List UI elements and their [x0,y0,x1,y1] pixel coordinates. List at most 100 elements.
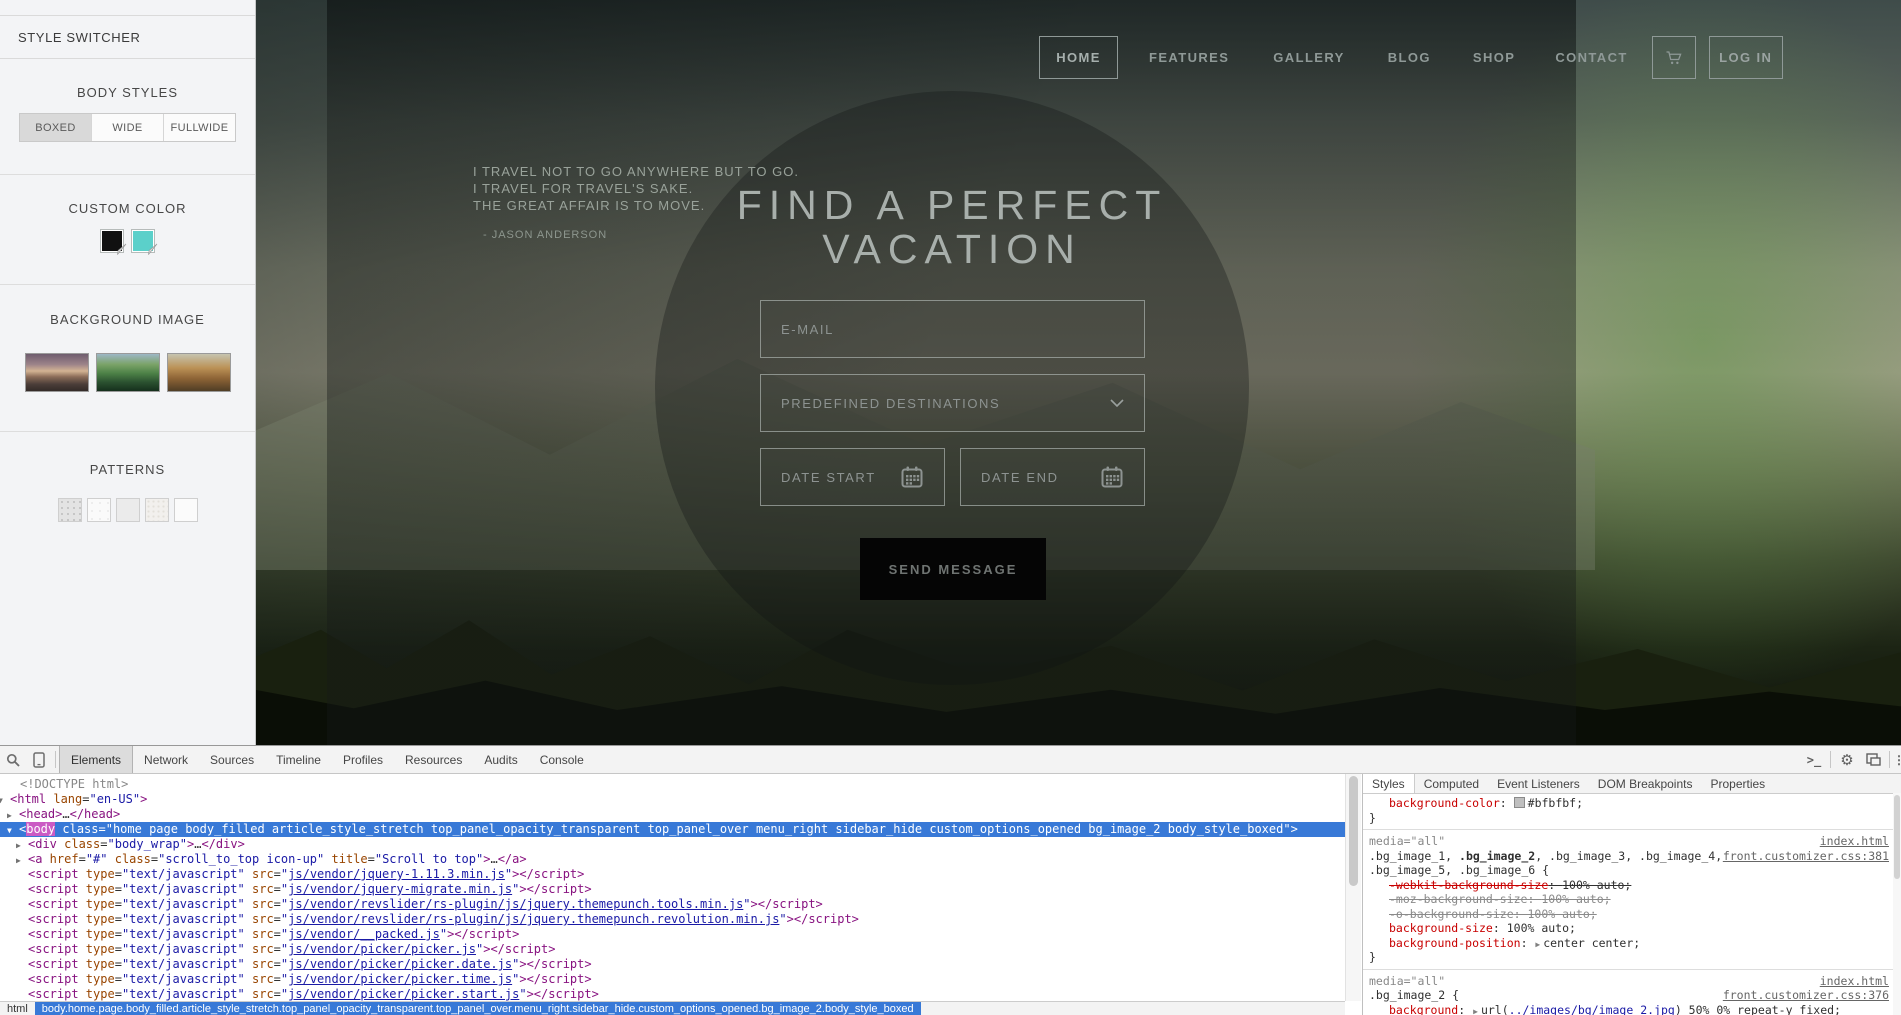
nav-item-gallery[interactable]: GALLERY [1273,50,1344,65]
tab-properties[interactable]: Properties [1701,774,1774,793]
scrollbar-thumb[interactable] [1894,795,1900,879]
search-icon [6,753,20,767]
stylesheet-link[interactable]: index.html [1820,974,1889,989]
date-start-placeholder: DATE START [781,469,876,485]
dom-row[interactable]: <script type="text/javascript" src="js/v… [0,942,1345,957]
dom-row[interactable]: <script type="text/javascript" src="js/v… [0,987,1345,1001]
expand-arrow-icon[interactable]: ▶ [16,853,21,868]
nav-item-blog[interactable]: BLOG [1388,50,1431,65]
body-style-boxed[interactable]: BOXED [20,114,92,141]
collapse-arrow-icon[interactable]: ▼ [0,793,3,808]
stylesheet-link[interactable]: index.html [1820,834,1889,849]
expand-arrow-icon[interactable]: ▶ [7,808,12,823]
tab-elements[interactable]: Elements [59,746,134,773]
dom-row[interactable]: ▶ <a href="#" class="scroll_to_top icon-u… [0,852,1345,867]
color-swatch [1513,797,1525,808]
send-message-button[interactable]: SEND MESSAGE [860,538,1046,600]
dom-row[interactable]: <script type="text/javascript" src="js/v… [0,957,1345,972]
breadcrumb-selected-body[interactable]: body.home.page.body_filled.article_style… [34,1002,921,1015]
dom-row[interactable]: <script type="text/javascript" src="js/v… [0,912,1345,927]
devtools-panel: Elements Network Sources Timeline Profil… [0,745,1901,1015]
css-property[interactable]: background-position: ▶ center center; [1369,936,1901,951]
scrollbar-thumb[interactable] [1349,776,1358,886]
pattern-swatch-4[interactable] [144,498,169,522]
tab-computed[interactable]: Computed [1415,774,1488,793]
dom-row[interactable]: <script type="text/javascript" src="js/v… [0,867,1345,882]
stylesheet-link[interactable]: front.customizer.css:376 [1723,988,1889,1003]
css-property[interactable]: background-color: #bfbfbf; [1369,796,1901,811]
color-swatch-accent[interactable] [131,229,158,255]
tab-profiles[interactable]: Profiles [332,746,394,773]
elements-dom-tree: <!DOCTYPE html> ▼ <html lang="en-US"> ▶ <hea… [0,774,1345,1001]
elements-scrollbar[interactable] [1345,774,1361,1001]
toolbar-separator [1889,751,1890,768]
email-field[interactable] [760,300,1145,358]
toolbar-separator [1830,751,1831,768]
date-end-placeholder: DATE END [981,469,1059,485]
breadcrumb-html[interactable]: html [0,1002,35,1015]
dom-row[interactable]: <script type="text/javascript" src="js/v… [0,882,1345,897]
tab-console[interactable]: Console [529,746,595,773]
collapse-arrow-icon[interactable]: ▼ [7,823,12,838]
hero-title-line: FIND A PERFECT [736,182,1168,228]
nav-item-contact[interactable]: CONTACT [1555,50,1627,65]
date-end-field[interactable]: DATE END [960,448,1145,506]
tab-styles[interactable]: Styles [1363,774,1415,793]
rule-selector[interactable]: .bg_image_1, .bg_image_2, .bg_image_3, .… [1369,849,1901,864]
tab-resources[interactable]: Resources [394,746,473,773]
styles-scrollbar[interactable] [1893,793,1901,1015]
dom-row[interactable]: <script type="text/javascript" src="js/v… [0,897,1345,912]
tab-dom-breakpoints[interactable]: DOM Breakpoints [1589,774,1702,793]
css-property[interactable]: -moz-background-size: 100% auto; [1369,892,1901,907]
expand-arrow-icon[interactable]: ▶ [16,838,21,853]
dom-row[interactable]: ▶ <head>…</head> [0,807,1345,822]
body-style-fullwide[interactable]: FULLWIDE [164,114,235,141]
expand-value-icon[interactable]: ▶ [1473,1007,1478,1015]
tab-event-listeners[interactable]: Event Listeners [1488,774,1589,793]
rule-close-brace: } [1369,950,1376,964]
cart-icon [1666,50,1682,64]
settings-button[interactable]: ⚙ [1834,746,1860,773]
color-swatch-dark[interactable] [100,229,127,255]
body-style-wide[interactable]: WIDE [92,114,164,141]
nav-item-features[interactable]: FEATURES [1149,50,1229,65]
css-property[interactable]: background: ▶ url(../images/bg/image_2.jp… [1369,1003,1901,1015]
rule-selector[interactable]: .bg_image_2 {front.customizer.css:376 [1369,988,1901,1003]
dom-row-selected[interactable]: ▼ <body class="home page body_filled arti… [0,822,1345,837]
pattern-swatch-2[interactable] [86,498,111,522]
dock-side-button[interactable] [1860,746,1886,773]
css-property[interactable]: -o-background-size: 100% auto; [1369,907,1901,922]
tab-sources[interactable]: Sources [199,746,265,773]
dom-row[interactable]: ▼ <html lang="en-US"> [0,792,1345,807]
stylesheet-link[interactable]: front.customizer.css:381 [1723,849,1889,864]
destinations-select[interactable]: PREDEFINED DESTINATIONS [760,374,1145,432]
pattern-swatch-5[interactable] [173,498,198,522]
dom-row[interactable]: <script type="text/javascript" src="js/v… [0,972,1345,987]
device-mode-button[interactable] [26,746,52,773]
dom-row[interactable]: ▶ <div class="body_wrap">…</div> [0,837,1345,852]
inspect-element-button[interactable] [0,746,26,773]
pattern-swatch-1[interactable] [57,498,82,522]
background-thumbnail-1[interactable] [24,353,89,392]
expand-value-icon[interactable]: ▶ [1535,940,1540,949]
more-options-button[interactable]: ⋮ [1893,746,1901,773]
date-start-field[interactable]: DATE START [760,448,945,506]
dom-row[interactable]: <!DOCTYPE html> [0,777,1345,792]
css-property[interactable]: -webkit-background-size: 100% auto; [1369,878,1901,893]
tab-timeline[interactable]: Timeline [265,746,332,773]
nav-item-shop[interactable]: SHOP [1473,50,1515,65]
background-thumbnail-2[interactable] [95,353,160,392]
cart-button[interactable] [1651,36,1696,79]
pattern-swatch-3[interactable] [115,498,140,522]
nav-item-home[interactable]: HOME [1039,36,1118,79]
console-drawer-button[interactable]: >_ [1801,746,1827,773]
background-image-label: BACKGROUND IMAGE [50,312,205,327]
login-button[interactable]: LOG IN [1708,36,1783,79]
css-property[interactable]: background-size: 100% auto; [1369,921,1901,936]
image-url-link[interactable]: ../images/bg/image_2.jpg [1509,1003,1675,1015]
dom-row[interactable]: <script type="text/javascript" src="js/v… [0,927,1345,942]
tab-network[interactable]: Network [133,746,199,773]
rule-selector[interactable]: .bg_image_5, .bg_image_6 { [1369,863,1901,878]
tab-audits[interactable]: Audits [473,746,528,773]
background-thumbnail-3[interactable] [166,353,231,392]
